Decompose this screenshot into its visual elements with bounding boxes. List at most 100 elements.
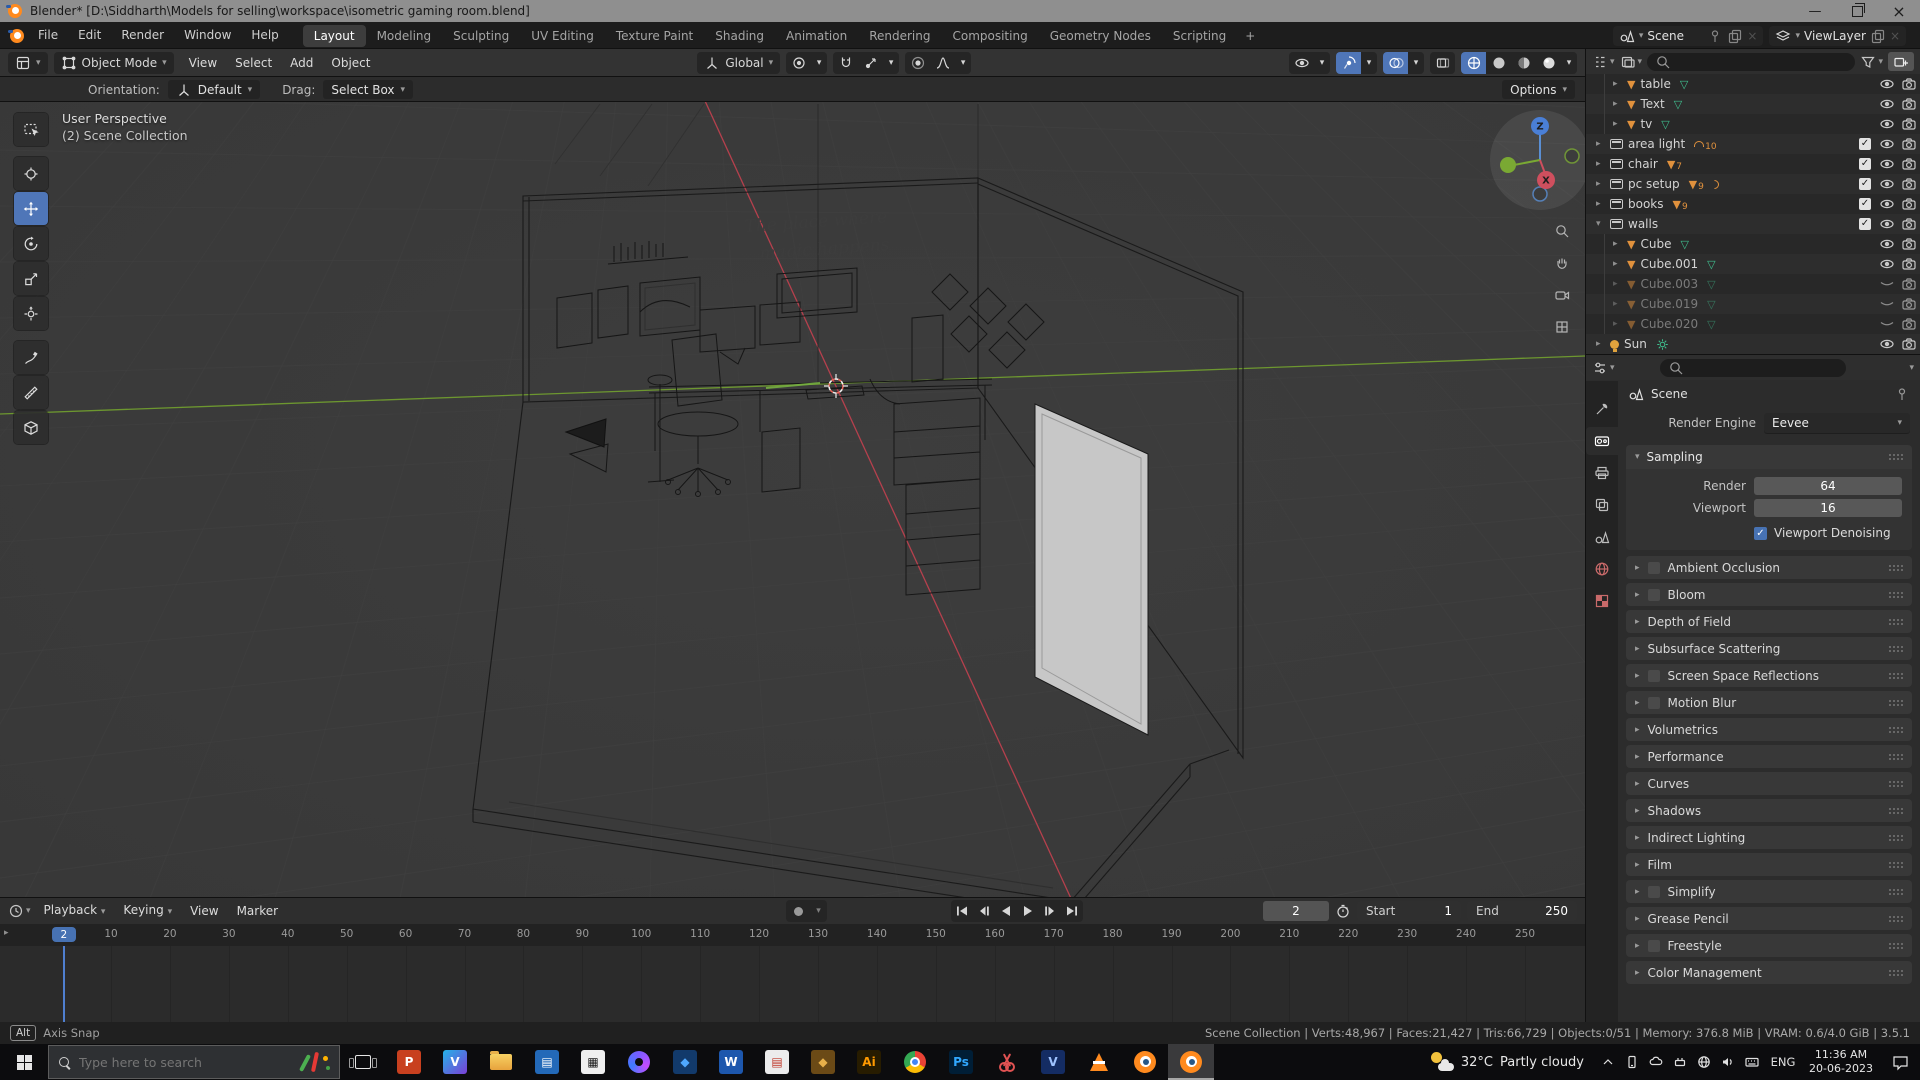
hide-in-viewport-eye-open-icon[interactable]: [1876, 336, 1898, 352]
tool-tweak-select-button[interactable]: [14, 113, 48, 146]
taskbar-app-app-gold[interactable]: ◆: [800, 1044, 846, 1080]
transform-orientation-selector[interactable]: Global ▾: [697, 52, 781, 74]
menu-help[interactable]: Help: [241, 22, 288, 49]
workspace-tab-geometry-nodes[interactable]: Geometry Nodes: [1039, 25, 1162, 47]
close-button[interactable]: ×: [1878, 0, 1920, 22]
tool-transform-button[interactable]: [14, 297, 48, 330]
menu-window[interactable]: Window: [174, 22, 241, 49]
workspace-tab-sculpting[interactable]: Sculpting: [442, 25, 520, 47]
panel-shadows[interactable]: ▸ Shadows: [1626, 799, 1912, 822]
editor-type-selector[interactable]: ▾: [8, 52, 48, 74]
new-viewlayer-icon[interactable]: [1870, 28, 1886, 44]
object-name[interactable]: books: [1628, 197, 1664, 211]
shading-wireframe-button[interactable]: [1461, 52, 1486, 74]
outliner-search-input[interactable]: [1676, 53, 1848, 70]
render-engine-dropdown[interactable]: Eevee ▾: [1764, 413, 1910, 433]
add-workspace-button[interactable]: +: [1237, 29, 1263, 43]
disable-in-renders-camera-icon[interactable]: [1898, 156, 1920, 172]
viewport-toggle-ortho-icon[interactable]: [1551, 316, 1573, 338]
options-button[interactable]: Options ▾: [1502, 80, 1575, 99]
hide-in-viewport-eye-open-icon[interactable]: [1876, 116, 1898, 132]
object-name[interactable]: Cube.019: [1640, 297, 1698, 311]
orientation-setting-dropdown[interactable]: Default ▾: [167, 80, 261, 99]
drag-handle-icon[interactable]: [1889, 618, 1903, 625]
start-button[interactable]: [0, 1044, 48, 1080]
taskbar-app-illustrator[interactable]: Ai: [846, 1044, 892, 1080]
taskbar-app-app-window-blue[interactable]: ▤: [524, 1044, 570, 1080]
collection-exclude-checkbox[interactable]: ✓: [1859, 138, 1871, 150]
new-scene-icon[interactable]: [1727, 28, 1743, 44]
taskbar-clock[interactable]: 11:36 AM 20-06-2023: [1802, 1048, 1880, 1077]
transport-play-button[interactable]: [1017, 900, 1039, 922]
tool-measure-button[interactable]: [14, 376, 48, 409]
object-name[interactable]: Sun: [1624, 337, 1647, 351]
properties-tab-render[interactable]: [1586, 427, 1618, 455]
taskbar-app-word[interactable]: W: [708, 1044, 754, 1080]
tool-add-cube-button[interactable]: [14, 411, 48, 444]
transport-next-keyframe-button[interactable]: [1039, 900, 1061, 922]
object-name[interactable]: Cube: [1640, 237, 1671, 251]
hide-in-viewport-eye-open-icon[interactable]: [1876, 176, 1898, 192]
drag-handle-icon[interactable]: [1889, 726, 1903, 733]
tool-annotate-button[interactable]: [14, 341, 48, 374]
taskbar-app-vlc[interactable]: [1076, 1044, 1122, 1080]
hide-in-viewport-eye-open-icon[interactable]: [1876, 256, 1898, 272]
drag-setting-dropdown[interactable]: Select Box ▾: [323, 80, 414, 99]
current-frame-field[interactable]: 2: [1263, 901, 1329, 921]
workspace-tab-scripting[interactable]: Scripting: [1162, 25, 1237, 47]
navigation-gizmo[interactable]: Z X: [1488, 108, 1585, 212]
minimize-button[interactable]: —: [1794, 0, 1836, 22]
xray-toggle[interactable]: [1430, 52, 1455, 74]
timeline-menu-view[interactable]: View: [181, 897, 227, 925]
expand-arrow-icon[interactable]: ▸: [1613, 279, 1627, 289]
timeline-ruler[interactable]: 2 10 20 30 40 50 60 70 80 90 100 110 120 130 140 150 16…: [0, 924, 1585, 946]
hide-in-viewport-eye-open-icon[interactable]: [1876, 76, 1898, 92]
tool-move-button[interactable]: [14, 192, 48, 225]
hide-in-viewport-eye-open-icon[interactable]: [1876, 156, 1898, 172]
panel-enable-checkbox[interactable]: [1647, 588, 1660, 601]
object-name[interactable]: Cube.003: [1640, 277, 1698, 291]
touch-keyboard-icon[interactable]: [1740, 1044, 1764, 1080]
expand-arrow-icon[interactable]: ▸: [1613, 239, 1627, 249]
tool-rotate-button[interactable]: [14, 227, 48, 260]
drag-handle-icon[interactable]: [1889, 780, 1903, 787]
disable-in-renders-camera-icon[interactable]: [1898, 216, 1920, 232]
outliner-display-mode-dropdown[interactable]: ▾: [1592, 54, 1615, 70]
taskbar-app-powerpoint[interactable]: P: [386, 1044, 432, 1080]
shading-solid-button[interactable]: [1486, 52, 1511, 74]
hide-in-viewport-eye-open-icon[interactable]: [1876, 236, 1898, 252]
properties-tab-view-layer[interactable]: [1586, 491, 1618, 519]
drag-handle-icon[interactable]: [1889, 942, 1903, 949]
outliner-row-text[interactable]: ▸ ▼ Text ▽: [1586, 94, 1920, 114]
workspace-tab-uv-editing[interactable]: UV Editing: [520, 25, 605, 47]
object-name[interactable]: area light: [1628, 137, 1685, 151]
drag-handle-icon[interactable]: [1889, 753, 1903, 760]
panel-volumetrics[interactable]: ▸ Volumetrics: [1626, 718, 1912, 741]
panel-curves[interactable]: ▸ Curves: [1626, 772, 1912, 795]
expand-arrow-icon[interactable]: ▸: [1596, 339, 1610, 349]
taskbar-app-photoshop[interactable]: Ps: [938, 1044, 984, 1080]
expand-arrow-icon[interactable]: ▸: [1596, 179, 1610, 189]
language-indicator[interactable]: ENG: [1764, 1055, 1802, 1069]
expand-arrow-icon[interactable]: ▸: [1613, 319, 1627, 329]
expand-arrow-icon[interactable]: ▸: [1613, 79, 1627, 89]
outliner-row-cube-001[interactable]: ▸ ▼ Cube.001 ▽: [1586, 254, 1920, 274]
outliner-row-walls[interactable]: ▾ walls ✓: [1586, 214, 1920, 234]
outliner-row-cube-003[interactable]: ▸ ▼ Cube.003 ▽: [1586, 274, 1920, 294]
viewport-menu-object[interactable]: Object: [322, 49, 379, 77]
drag-handle-icon[interactable]: [1889, 672, 1903, 679]
transport-play-reverse-button[interactable]: [995, 900, 1017, 922]
outliner-filter-dropdown[interactable]: ▾: [1860, 54, 1883, 70]
menu-render[interactable]: Render: [111, 22, 174, 49]
viewport-menu-select[interactable]: Select: [226, 49, 281, 77]
timeline-menu-marker[interactable]: Marker: [228, 897, 287, 925]
outliner-row-pc-setup[interactable]: ▸ pc setup ▼ 9 ✓: [1586, 174, 1920, 194]
object-name[interactable]: pc setup: [1628, 177, 1680, 191]
weather-widget[interactable]: 32°C Partly cloudy: [1418, 1052, 1596, 1072]
shading-rendered-button[interactable]: [1536, 52, 1561, 74]
panel-enable-checkbox[interactable]: [1647, 885, 1660, 898]
outliner-filter-id-dropdown[interactable]: ▾: [1620, 54, 1642, 70]
viewport-denoising-checkbox[interactable]: ✓: [1754, 526, 1767, 540]
menu-file[interactable]: File: [28, 22, 68, 49]
drag-handle-icon[interactable]: [1889, 699, 1903, 706]
